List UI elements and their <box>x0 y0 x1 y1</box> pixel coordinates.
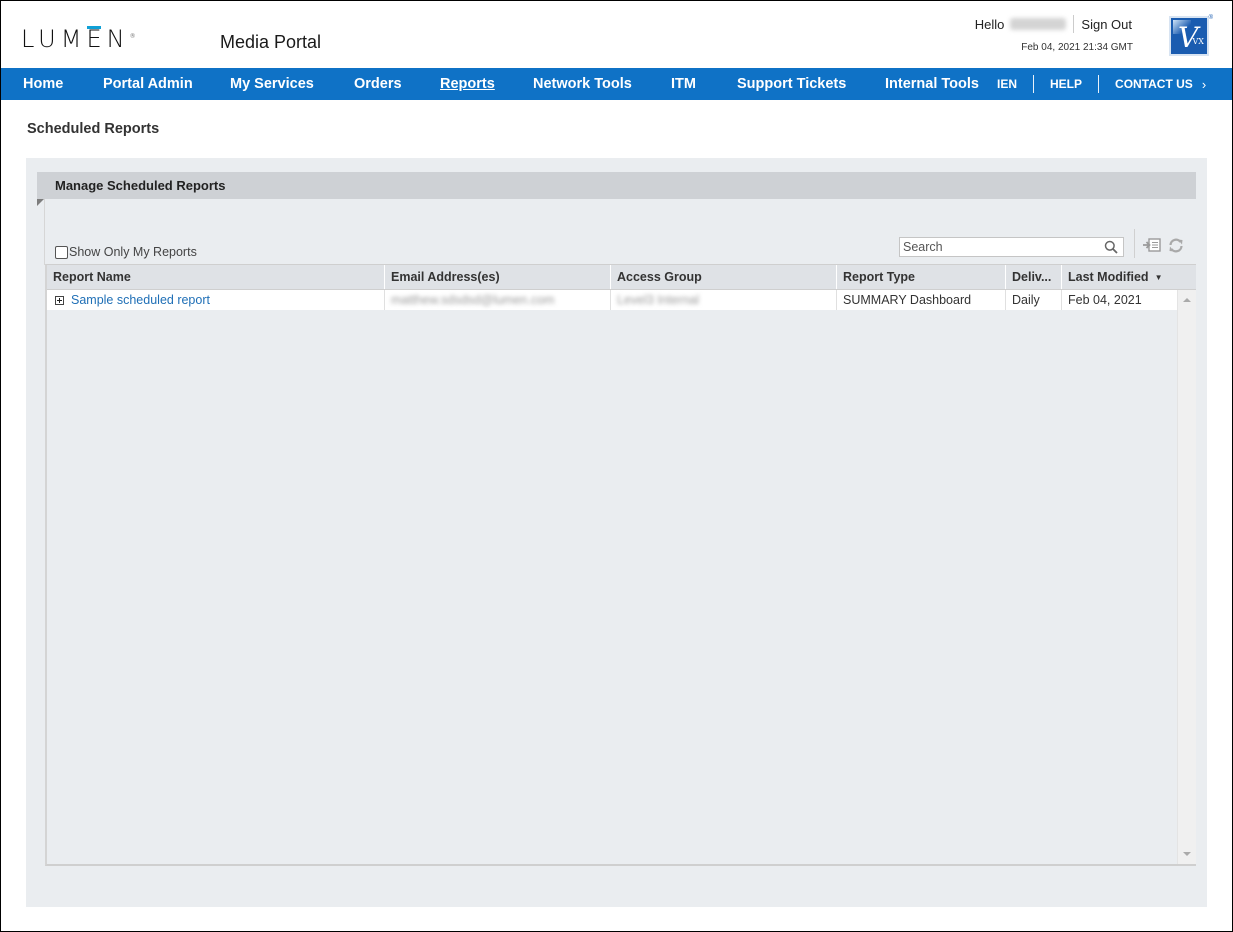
column-header-delivery[interactable]: Deliv... <box>1006 265 1062 289</box>
timestamp: Feb 04, 2021 21:34 GMT <box>1021 42 1133 53</box>
show-only-my-reports-label: Show Only My Reports <box>69 245 197 259</box>
vyvx-logo: V VX ® <box>1169 15 1213 56</box>
portal-title: Media Portal <box>220 32 322 52</box>
sort-desc-icon: ▼ <box>1154 273 1163 282</box>
reports-grid: Report Name Email Address(es) Access Gro… <box>45 264 1196 866</box>
cell-delivery: Daily <box>1006 290 1062 310</box>
nav-internal-tools[interactable]: Internal Tools <box>885 76 979 92</box>
search-icon[interactable] <box>1104 240 1118 254</box>
export-icon[interactable] <box>1143 238 1161 253</box>
divider <box>1073 15 1075 33</box>
grid-header: Report Name Email Address(es) Access Gro… <box>47 265 1196 290</box>
report-link[interactable]: Sample scheduled report <box>71 293 210 307</box>
search-input[interactable] <box>900 238 1095 256</box>
column-header-report-name[interactable]: Report Name <box>47 265 385 289</box>
divider <box>1033 75 1035 93</box>
nav-my-services[interactable]: My Services <box>230 76 314 92</box>
table-row[interactable]: Sample scheduled report matthew.sdsdsd@l… <box>47 290 1177 310</box>
column-header-email[interactable]: Email Address(es) <box>385 265 611 289</box>
cell-email: matthew.sdsdsd@lumen.com <box>385 290 611 310</box>
column-header-last-modified[interactable]: Last Modified ▼ <box>1062 265 1196 289</box>
nav-reports[interactable]: Reports <box>440 76 495 92</box>
user-name <box>1010 18 1067 30</box>
vertical-scrollbar[interactable] <box>1177 290 1196 864</box>
page-title: Scheduled Reports <box>27 121 160 137</box>
show-only-my-reports[interactable]: Show Only My Reports <box>55 245 197 259</box>
nav-ien[interactable]: IEN <box>997 77 1017 91</box>
nav-contact-us[interactable]: CONTACT US <box>1115 77 1193 91</box>
divider <box>1098 75 1100 93</box>
cell-access-group: Level3 Internal <box>611 290 837 310</box>
utility-nav: IEN HELP CONTACT US › <box>997 68 1206 100</box>
nav-portal-admin[interactable]: Portal Admin <box>103 76 193 92</box>
main-nav: Home Portal Admin My Services Orders Rep… <box>1 68 1232 100</box>
toolbar-divider <box>1134 229 1135 258</box>
scroll-up-icon[interactable] <box>1183 298 1191 302</box>
show-only-my-reports-checkbox[interactable] <box>55 245 68 259</box>
user-area: Hello Sign Out <box>975 15 1132 33</box>
expand-icon[interactable] <box>55 296 64 305</box>
nav-help[interactable]: HELP <box>1050 77 1082 91</box>
panel-title: Manage Scheduled Reports <box>55 178 226 193</box>
cell-report-type: SUMMARY Dashboard <box>837 290 1006 310</box>
nav-network-tools[interactable]: Network Tools <box>533 76 632 92</box>
search-box[interactable] <box>899 237 1124 257</box>
panel-border <box>44 199 45 265</box>
refresh-icon[interactable] <box>1167 238 1185 253</box>
nav-home[interactable]: Home <box>23 76 63 92</box>
nav-itm[interactable]: ITM <box>671 76 696 92</box>
column-header-access-group[interactable]: Access Group <box>611 265 837 289</box>
nav-orders[interactable]: Orders <box>354 76 402 92</box>
scroll-down-icon[interactable] <box>1183 852 1191 856</box>
chevron-right-icon[interactable]: › <box>1202 77 1206 92</box>
greeting: Hello <box>974 16 1005 32</box>
cell-report-name: Sample scheduled report <box>47 290 385 310</box>
header: LUMEN® Media Portal Hello Sign Out Feb 0… <box>1 1 1232 68</box>
column-header-report-type[interactable]: Report Type <box>837 265 1006 289</box>
lumen-logo[interactable]: LUMEN® <box>21 27 136 51</box>
cell-last-modified: Feb 04, 2021 <box>1068 293 1142 307</box>
panel-header: Manage Scheduled Reports <box>37 172 1196 199</box>
sign-out-link[interactable]: Sign Out <box>1081 17 1132 32</box>
nav-support-tickets[interactable]: Support Tickets <box>737 76 846 92</box>
panel-corner <box>37 199 44 206</box>
